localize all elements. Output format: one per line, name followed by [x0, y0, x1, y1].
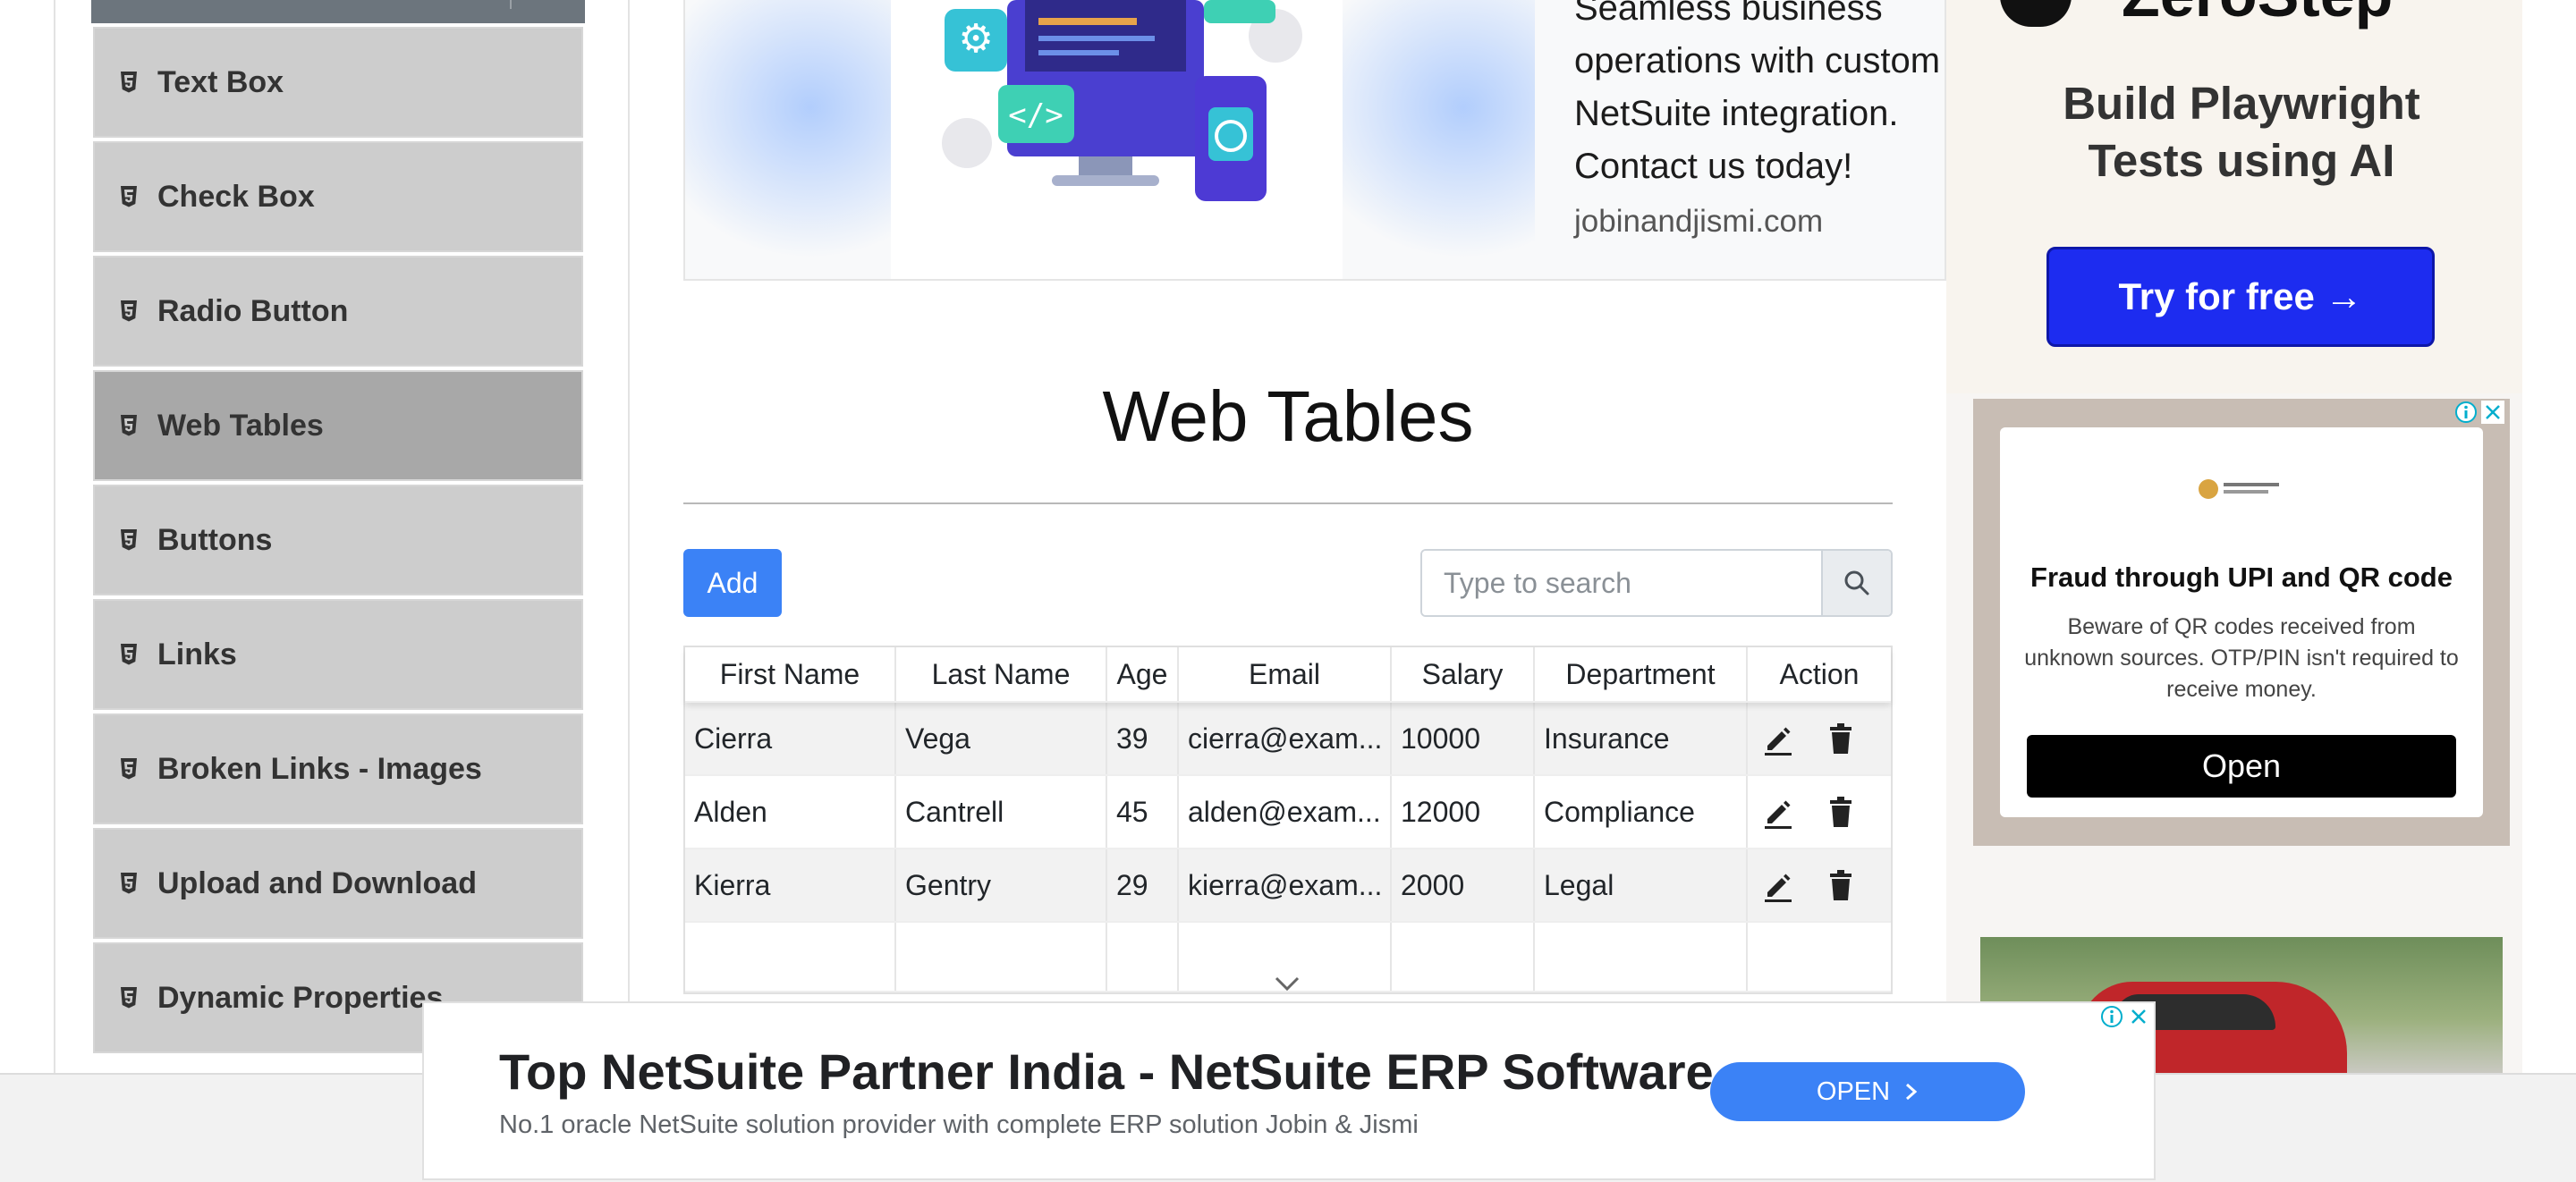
bottom-ad-info-icon[interactable] [2100, 1005, 2123, 1028]
table-cell: Legal [1535, 849, 1748, 921]
chevron-right-icon [1906, 1083, 1918, 1101]
sidebar-item-label: Buttons [157, 522, 273, 557]
table-cell: 29 [1107, 849, 1179, 921]
svg-text:</>: </> [1008, 97, 1063, 133]
column-header[interactable]: Department [1535, 647, 1748, 701]
svg-text:⚙: ⚙ [958, 16, 993, 62]
bottom-ad-headline: Top NetSuite Partner India - NetSuite ER… [499, 1043, 1714, 1100]
sidebar-item-label: Broken Links - Images [157, 751, 482, 786]
html5-icon [120, 757, 138, 781]
sidebar-item-label: Web Tables [157, 408, 324, 443]
search-button[interactable] [1821, 551, 1891, 615]
sidebar-item-label: Upload and Download [157, 865, 477, 900]
edit-icon[interactable] [1760, 721, 1796, 756]
sidebar-item-buttons[interactable]: Buttons [93, 485, 583, 595]
table-row: Kierra Gentry 29 kierra@exam... 2000 Legal [685, 849, 1891, 923]
close-ad-icon[interactable] [2481, 401, 2504, 424]
sidebar-item-text-box[interactable]: Text Box [93, 27, 583, 138]
action-cell [1748, 849, 1891, 921]
fraud-ad-open-button[interactable]: Open [2027, 735, 2456, 798]
column-header[interactable]: Last Name [896, 647, 1107, 701]
table-cell: 10000 [1392, 703, 1535, 774]
search-input[interactable] [1422, 551, 1821, 615]
column-header[interactable]: Age [1107, 647, 1179, 701]
rbi-logo-icon [2199, 479, 2279, 499]
column-header[interactable]: Salary [1392, 647, 1535, 701]
chevron-down-icon[interactable] [1269, 971, 1305, 998]
sidebar-item-label: Dynamic Properties [157, 980, 444, 1015]
table-cell: 12000 [1392, 776, 1535, 848]
table-cell: Alden [685, 776, 896, 848]
edit-icon[interactable] [1760, 794, 1796, 830]
sidebar-item-check-box[interactable]: Check Box [93, 141, 583, 252]
fraud-ad-title: Fraud through UPI and QR code [2030, 561, 2453, 593]
table-cell: 2000 [1392, 849, 1535, 921]
table-cell: Kierra [685, 849, 896, 921]
sidebar-item-label: Links [157, 637, 237, 671]
column-header[interactable]: Email [1179, 647, 1392, 701]
html5-icon [120, 71, 138, 94]
table-cell: 45 [1107, 776, 1179, 848]
html5-icon [120, 185, 138, 208]
table-cell: cierra@exam... [1179, 703, 1392, 774]
edit-icon[interactable] [1760, 867, 1796, 903]
zerostep-logo: ZeroStep [2122, 0, 2393, 30]
bottom-sticky-ad[interactable]: Top NetSuite Partner India - NetSuite ER… [422, 1001, 2156, 1180]
content-divider [628, 0, 630, 1073]
top-banner-ad[interactable]: ⚙ </> Seamless business operations with … [683, 0, 1946, 281]
table-cell: Insurance [1535, 703, 1748, 774]
table-cell: Cantrell [896, 776, 1107, 848]
table-cell: alden@exam... [1179, 776, 1392, 848]
try-for-free-button[interactable]: Try for free → [2046, 247, 2435, 347]
delete-icon[interactable] [1823, 867, 1859, 903]
table-header-row: First Name Last Name Age Email Salary Departm… [685, 647, 1891, 703]
table-row: Cierra Vega 39 cierra@exam... 10000 Insurance [685, 703, 1891, 776]
sidebar-item-upload-and-download[interactable]: Upload and Download [93, 828, 583, 939]
page-title: Web Tables [1102, 376, 1474, 456]
fraud-ad-body: Beware of QR codes received from unknown… [2024, 614, 2459, 702]
html5-icon [120, 414, 138, 437]
delete-icon[interactable] [1823, 794, 1859, 830]
table-row: Alden Cantrell 45 alden@exam... 12000 Complia… [685, 776, 1891, 849]
ad-info-icon[interactable] [2454, 401, 2478, 424]
column-header[interactable]: First Name [685, 647, 896, 701]
table-cell: Cierra [685, 703, 896, 774]
html5-icon [120, 872, 138, 895]
sidebar-item-links[interactable]: Links [93, 599, 583, 710]
sidebar-item-radio-button[interactable]: Radio Button [93, 256, 583, 367]
left-rail [54, 0, 55, 1073]
action-cell [1748, 703, 1891, 774]
table-cell: kierra@exam... [1179, 849, 1392, 921]
html5-icon [120, 643, 138, 666]
web-table: First Name Last Name Age Email Salary Departm… [683, 646, 1893, 994]
html5-icon [120, 528, 138, 552]
table-cell: 39 [1107, 703, 1179, 774]
table-cell: Compliance [1535, 776, 1748, 848]
action-cell [1748, 776, 1891, 848]
sidebar-item-broken-links-images[interactable]: Broken Links - Images [93, 713, 583, 824]
sidebar-menu: Text Box Check Box Radio Button Web Tables B… [91, 0, 585, 1053]
sidebar-item-label: Check Box [157, 179, 315, 214]
zerostep-headline: Build Playwright Tests using AI [2063, 78, 2420, 186]
bottom-ad-open-button[interactable]: OPEN [1710, 1062, 2025, 1121]
html5-icon [120, 300, 138, 323]
add-button[interactable]: Add [683, 549, 782, 617]
table-cell: Vega [896, 703, 1107, 774]
title-divider [683, 502, 1893, 504]
sidebar-item-label: Radio Button [157, 293, 349, 328]
delete-icon[interactable] [1823, 721, 1859, 756]
top-ad-url[interactable]: jobinandjismi.com [1574, 204, 1823, 240]
search-icon [1844, 570, 1869, 595]
top-ad-copy: Seamless business operations with custom… [1574, 0, 1941, 186]
sidebar-item-label: Text Box [157, 64, 284, 99]
bottom-ad-subtext: No.1 oracle NetSuite solution provider w… [499, 1110, 1419, 1139]
sidebar-item-web-tables[interactable]: Web Tables [93, 370, 583, 481]
bottom-ad-close-icon[interactable] [2127, 1005, 2150, 1028]
table-cell: Gentry [896, 849, 1107, 921]
sidebar-group-header[interactable] [91, 0, 585, 23]
html5-icon [120, 986, 138, 1009]
search-box [1420, 549, 1893, 617]
column-header[interactable]: Action [1748, 647, 1891, 701]
dev-illustration: ⚙ </> [891, 0, 1343, 279]
